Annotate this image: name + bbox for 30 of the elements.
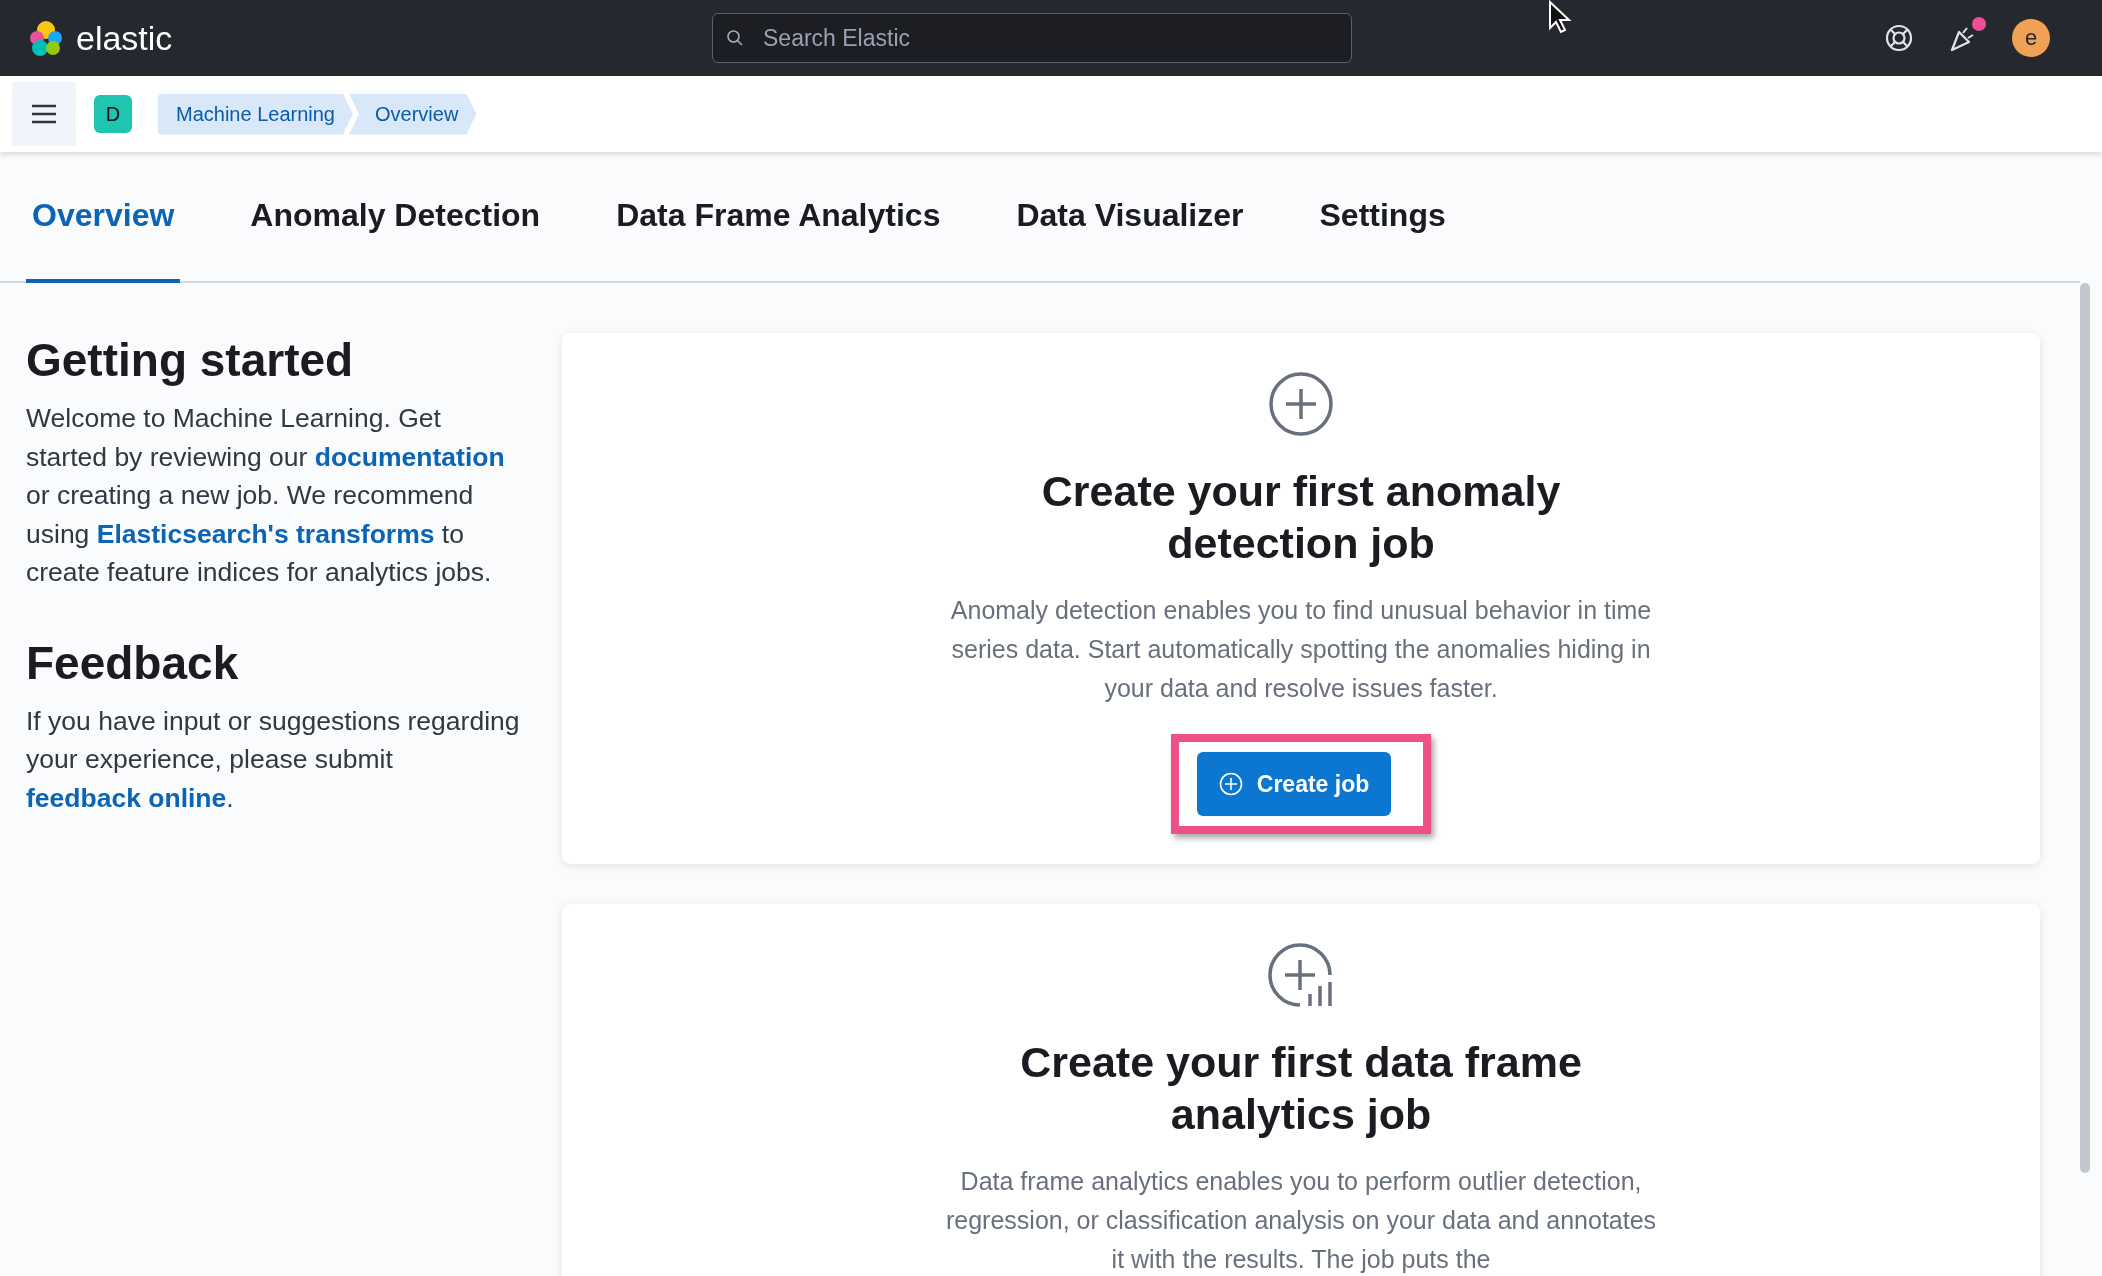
section-heading: Getting started (26, 333, 355, 387)
nav-tab[interactable]: Overview (26, 152, 181, 283)
search-field[interactable]: Search Elastic (712, 13, 1352, 63)
space-avatar[interactable]: D (94, 95, 132, 133)
mouse-cursor-icon (1548, 0, 1574, 34)
nav-tab[interactable]: Data Visualizer (1010, 152, 1250, 283)
user-avatar[interactable]: e (2012, 19, 2050, 57)
help-icon[interactable] (1884, 23, 1914, 53)
card-title: Create your first anomaly detection job (1040, 466, 1562, 569)
text-link[interactable]: documentation (314, 441, 505, 472)
nav-tab[interactable]: Data Frame Analytics (610, 152, 947, 283)
text-link[interactable]: Elasticsearch's transforms (96, 518, 435, 549)
card-description: Data frame analytics enables you to perform outlier detection, regression, or classification analysis on your data and annotates it with the results. The job puts the (944, 1166, 1658, 1275)
menu-button[interactable] (12, 82, 76, 146)
nav-tab[interactable]: Anomaly Detection (244, 152, 547, 283)
menu-icon (30, 103, 58, 125)
breadcrumb-link[interactable]: Overview (349, 93, 477, 135)
section-heading: Feedback (26, 635, 240, 690)
card-description: Anomaly detection enables you to find unusual behavior in time series data. Start automatically spotting the anomalies hiding in your data and resolve issues faster. (949, 595, 1653, 704)
nav-tab[interactable]: Settings (1313, 152, 1452, 283)
text-link[interactable]: feedback online (26, 782, 227, 813)
create-job-button[interactable]: Create job (1196, 752, 1392, 816)
plus-circle-icon (1268, 371, 1335, 437)
plus-circle-icon (1218, 772, 1243, 796)
brand-name: elastic (76, 18, 173, 58)
card-title: Create your first data frame analytics job (1019, 1037, 1583, 1140)
section-paragraph: If you have input or suggestions regarding your experience, please submit feedback online. (26, 704, 521, 815)
section-paragraph: Welcome to Machine Learning. Get started by reviewing our documentation or creating a new job. We recommend using Elasticsearch's transforms to create feature indices for analytics jobs. (26, 402, 506, 589)
breadcrumb-link[interactable]: Machine Learning (158, 93, 353, 135)
search-icon (726, 29, 744, 47)
